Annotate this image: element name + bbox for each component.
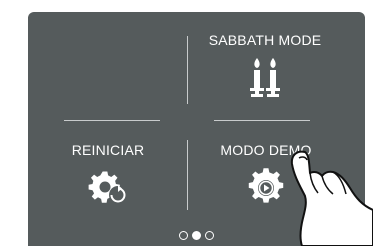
settings-screen: SABBATH MODE REINICIAR MODO DEMO bbox=[28, 12, 365, 246]
page-indicator bbox=[28, 231, 365, 240]
reiniciar-label: REINICIAR bbox=[71, 142, 145, 158]
divider-vertical-bottom bbox=[187, 140, 188, 210]
page-dot-1[interactable] bbox=[179, 231, 188, 240]
page-dot-3[interactable] bbox=[205, 231, 214, 240]
device-bezel: SABBATH MODE REINICIAR MODO DEMO bbox=[0, 0, 373, 246]
candles-icon bbox=[250, 58, 280, 97]
reiniciar-button[interactable]: REINICIAR bbox=[48, 142, 168, 206]
sabbath-mode-label: SABBATH MODE bbox=[208, 32, 322, 48]
gear-play-icon bbox=[248, 168, 284, 203]
modo-demo-label: MODO DEMO bbox=[220, 142, 312, 158]
page-dot-2[interactable] bbox=[192, 231, 201, 240]
modo-demo-button[interactable]: MODO DEMO bbox=[206, 142, 326, 206]
divider-vertical-top bbox=[187, 36, 188, 104]
gear-restart-icon bbox=[88, 171, 127, 204]
divider-horizontal-left bbox=[64, 120, 160, 121]
sabbath-mode-button[interactable]: SABBATH MODE bbox=[198, 32, 332, 98]
divider-horizontal-right bbox=[214, 120, 310, 121]
